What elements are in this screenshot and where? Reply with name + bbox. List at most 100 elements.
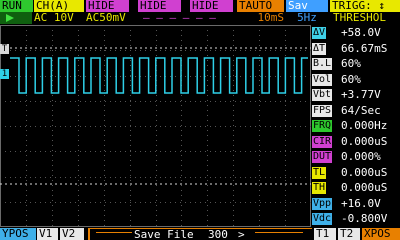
- grid-dot: [260, 151, 261, 152]
- grid-dot: [255, 177, 256, 178]
- grid-dot: [52, 110, 53, 111]
- grid-dot: [85, 202, 86, 203]
- grid-dot: [233, 185, 234, 186]
- grid-dot: [78, 150, 79, 151]
- measurement-row[interactable]: FPS 64/Sec: [312, 104, 400, 119]
- grid-dot: [156, 100, 157, 101]
- measurement-row[interactable]: B.L 60%: [312, 57, 400, 72]
- measurement-row[interactable]: Vdc -0.800V: [312, 212, 400, 227]
- grid-dot: [181, 200, 182, 201]
- grid-dot: [181, 100, 182, 101]
- measurement-row[interactable]: ΔV +58.0V: [312, 26, 400, 41]
- grid-dot: [110, 126, 111, 127]
- next-file-arrow-icon[interactable]: >: [238, 229, 245, 240]
- grid-dot: [95, 202, 96, 203]
- grid-dot: [181, 185, 182, 186]
- grid-dot: [25, 151, 26, 152]
- grid-dot: [195, 126, 196, 127]
- measurement-row[interactable]: Vbt +3.77V: [312, 88, 400, 103]
- grid-dot: [104, 155, 105, 156]
- channel-1-marker[interactable]: 1: [0, 69, 9, 79]
- hide-button-1[interactable]: HIDE: [86, 0, 129, 12]
- grid-dot: [135, 50, 136, 51]
- grid-dot: [100, 101, 101, 102]
- grid-dot: [285, 115, 286, 116]
- grid-dot: [130, 177, 131, 178]
- t1-cursor-button[interactable]: T1: [314, 228, 336, 240]
- grid-dot: [265, 177, 266, 178]
- save-button[interactable]: Sav: [286, 0, 328, 12]
- grid-dot: [78, 85, 79, 86]
- grid-dot: [26, 150, 27, 151]
- v1-cursor-button[interactable]: V1: [37, 228, 58, 240]
- measurement-value: +58.0V: [341, 26, 381, 39]
- grid-dot: [75, 202, 76, 203]
- file-number-value: 300: [208, 228, 228, 240]
- grid-dot: [207, 100, 208, 101]
- grid-dot: [259, 155, 260, 156]
- measurement-tag: B.L: [312, 58, 333, 70]
- grid-dot: [233, 175, 234, 176]
- measurement-row[interactable]: TL 0.000uS: [312, 166, 400, 181]
- measurement-row[interactable]: ΔT 66.67mS: [312, 42, 400, 57]
- sample-rate-label: 5Hz: [297, 12, 317, 24]
- measurement-row[interactable]: CIR 0.000uS: [312, 135, 400, 150]
- grid-dot: [190, 202, 191, 203]
- grid-dot: [207, 165, 208, 166]
- grid-dot: [125, 101, 126, 102]
- grid-dot: [275, 76, 276, 77]
- grid-dot: [215, 126, 216, 127]
- ypos-button[interactable]: YPOS: [0, 228, 36, 240]
- xpos-button[interactable]: XPOS: [362, 228, 400, 240]
- grid-dot: [233, 140, 234, 141]
- grid-dot: [207, 210, 208, 211]
- measurement-row[interactable]: DUT 0.000%: [312, 150, 400, 165]
- grid-dot: [156, 185, 157, 186]
- grid-dot: [70, 177, 71, 178]
- grid-dot: [130, 45, 131, 46]
- save-file-label: Save File: [134, 228, 194, 240]
- grid-dot: [45, 76, 46, 77]
- run-button[interactable]: RUN: [0, 0, 33, 12]
- grid-dot: [259, 95, 260, 96]
- grid-dot: [52, 120, 53, 121]
- waveform-display[interactable]: T 1: [0, 25, 311, 227]
- t2-cursor-button[interactable]: T2: [338, 228, 360, 240]
- measurement-row[interactable]: TH 0.000uS: [312, 181, 400, 196]
- grid-dot: [181, 45, 182, 46]
- trigger-mode-button[interactable]: TAUTO: [237, 0, 284, 12]
- measurement-tag: TH: [312, 182, 327, 194]
- grid-dot: [35, 101, 36, 102]
- measurement-row[interactable]: Vpp +16.0V: [312, 197, 400, 212]
- grid-dot: [290, 202, 291, 203]
- grid-dot: [207, 115, 208, 116]
- grid-dot: [10, 151, 11, 152]
- channel-select-button[interactable]: CH(A): [34, 0, 84, 12]
- hide-button-3[interactable]: HIDE: [190, 0, 233, 12]
- trigger-select-button[interactable]: TRIGG: ↕: [330, 0, 400, 12]
- grid-dot: [259, 140, 260, 141]
- grid-dot: [181, 155, 182, 156]
- grid-dot: [310, 202, 311, 203]
- measurement-tag: Vpp: [312, 197, 333, 210]
- grid-dot: [95, 177, 96, 178]
- save-file-bar[interactable]: Save File 300 >: [88, 228, 312, 240]
- measurement-row[interactable]: FRQ 0.000Hz: [312, 119, 400, 134]
- grid-dot: [78, 90, 79, 91]
- grid-dot: [170, 177, 171, 178]
- grid-dot: [90, 202, 91, 203]
- grid-dot: [155, 151, 156, 152]
- grid-dot: [233, 155, 234, 156]
- grid-dot: [270, 50, 271, 51]
- grid-dot: [104, 170, 105, 171]
- grid-dot: [15, 202, 16, 203]
- grid-dot: [181, 175, 182, 176]
- grid-dot: [207, 150, 208, 151]
- trigger-level-marker[interactable]: T: [0, 44, 9, 54]
- grid-dot: [52, 200, 53, 201]
- v2-cursor-button[interactable]: V2: [60, 228, 84, 240]
- hide-button-2[interactable]: HIDE: [138, 0, 181, 12]
- grid-dot: [285, 95, 286, 96]
- measurement-row[interactable]: Vol 60%: [312, 73, 400, 88]
- grid-dot: [160, 101, 161, 102]
